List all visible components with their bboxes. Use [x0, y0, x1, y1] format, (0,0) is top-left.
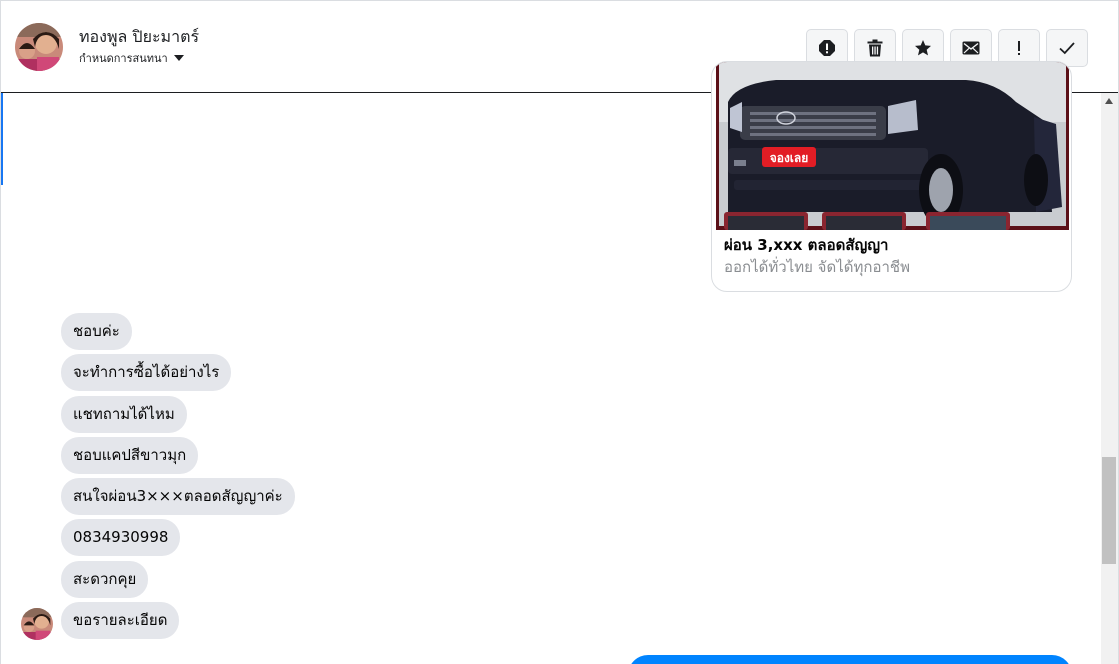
- message-bubble[interactable]: สะดวกคุย: [61, 561, 149, 598]
- exclamation-icon: [1018, 41, 1020, 55]
- messenger-conversation: ทองพูล ปิยะมาตร์ กำหนดการสนทนา จองเลย ผ่…: [0, 0, 1119, 664]
- message-bubble[interactable]: ชอบแคปสีขาวมุก: [61, 437, 199, 474]
- message-bubble[interactable]: สนใจผ่อน3×××ตลอดสัญญาค่ะ: [61, 478, 295, 515]
- scrollbar-thumb[interactable]: [1102, 457, 1116, 564]
- star-icon: [915, 40, 931, 56]
- message-bubble[interactable]: จะทำการซื้อได้อย่างไร: [61, 354, 232, 391]
- message-bubble[interactable]: แชทถามได้ไหม: [61, 396, 187, 433]
- shared-post-card[interactable]: จองเลย ผ่อน 3,xxx ตลอดสัญญา ออกได้ทั่วไท…: [711, 61, 1072, 292]
- trash-icon: [867, 39, 883, 57]
- mail-icon: [962, 41, 980, 55]
- caret-down-icon: [173, 55, 184, 61]
- sender-avatar[interactable]: [21, 608, 53, 640]
- scroll-up-arrow-icon[interactable]: [1105, 98, 1113, 104]
- outgoing-message-bubble[interactable]: [628, 655, 1072, 664]
- left-accent-bar: [1, 93, 3, 185]
- thread-scrollbar[interactable]: [1101, 93, 1118, 664]
- message-bubble[interactable]: ชอบค่ะ: [61, 313, 132, 350]
- message-bubble[interactable]: ขอรายละเอียด: [61, 602, 180, 639]
- conversation-schedule-label: กำหนดการสนทนา: [79, 52, 168, 65]
- shared-post-subtitle: ออกได้ทั่วไทย จัดได้ทุกอาชีพ: [724, 258, 910, 276]
- shared-post-image: จองเลย: [716, 62, 1069, 230]
- check-icon: [1059, 42, 1075, 55]
- message-bubble[interactable]: 0834930998: [61, 519, 181, 556]
- shared-post-title[interactable]: ผ่อน 3,xxx ตลอดสัญญา: [724, 233, 888, 257]
- contact-name[interactable]: ทองพูล ปิยะมาตร์: [79, 25, 199, 50]
- report-icon: [819, 40, 835, 56]
- card-badge-text: จองเลย: [770, 151, 809, 165]
- contact-avatar[interactable]: [15, 23, 63, 71]
- conversation-schedule-dropdown[interactable]: กำหนดการสนทนา: [79, 49, 184, 67]
